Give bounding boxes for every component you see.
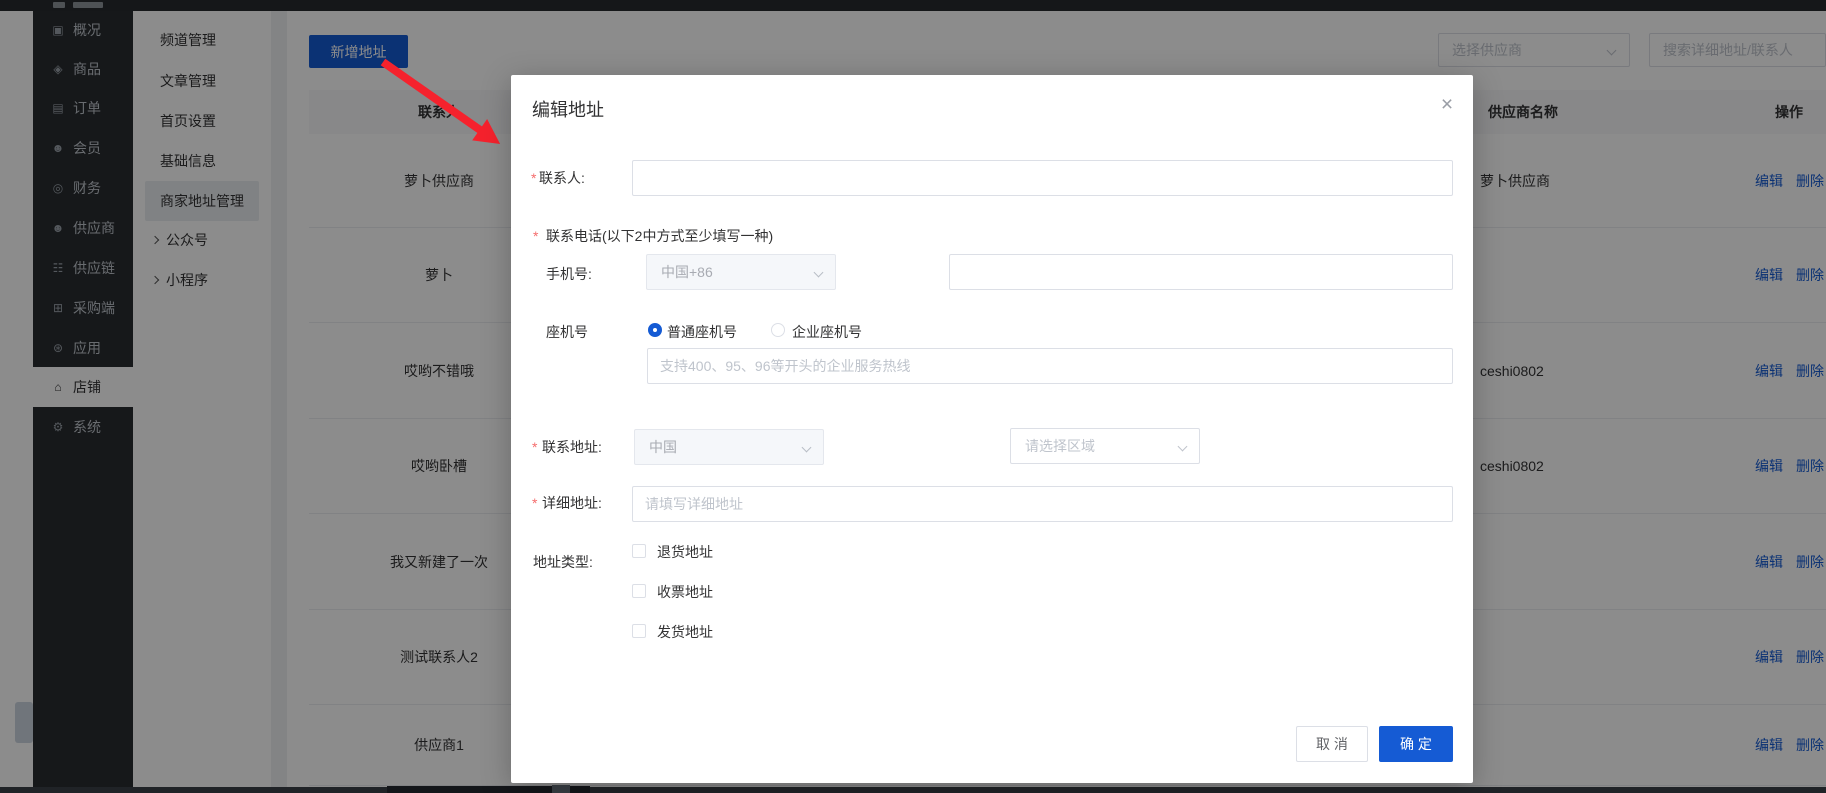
radio-normal-landline-label[interactable]: 普通座机号	[667, 322, 737, 342]
required-asterisk: *	[533, 228, 539, 244]
country-code-select[interactable]: 中国+86	[646, 254, 836, 290]
phone-section-label: 联系电话(以下2中方式至少填写一种)	[546, 228, 774, 244]
cancel-button[interactable]: 取 消	[1296, 726, 1368, 762]
required-asterisk: *	[532, 495, 538, 511]
bottom-bar-fragment	[552, 785, 570, 793]
chevron-down-icon	[813, 267, 824, 278]
app-root: ▣ 概况 ◈ 商品 ▤ 订单 ☻ 会员 ◎ 财务 ☻ 供应商 ☷ 供应链 ⊞ 采购端 ⊛ 应用 ⌂ 店铺 ⚙ 系统 频道管…	[0, 0, 1826, 793]
radio-enterprise-landline[interactable]	[771, 323, 785, 337]
address-type-label: 地址类型:	[533, 554, 593, 570]
chevron-down-icon	[1177, 441, 1188, 452]
region-placeholder: 请选择区域	[1025, 438, 1095, 454]
checkbox-address-type-label[interactable]: 发货地址	[657, 622, 713, 642]
country-value: 中国	[649, 439, 677, 455]
contact-name-label: 联系人:	[539, 170, 585, 186]
radio-enterprise-landline-label[interactable]: 企业座机号	[792, 322, 862, 342]
confirm-button[interactable]: 确 定	[1379, 726, 1453, 762]
bottom-bar	[0, 785, 1826, 793]
mobile-label: 手机号:	[546, 266, 592, 282]
close-icon[interactable]: ×	[1433, 91, 1461, 119]
checkbox-address-type-label[interactable]: 退货地址	[657, 542, 713, 562]
detail-address-label: 详细地址:	[542, 495, 602, 511]
radio-normal-landline[interactable]	[648, 323, 662, 337]
modal-title: 编辑地址	[532, 100, 604, 120]
contact-address-label: 联系地址:	[542, 439, 602, 455]
checkbox-address-type-3[interactable]	[632, 624, 646, 638]
country-select[interactable]: 中国	[634, 429, 824, 465]
landline-number-input[interactable]	[647, 348, 1453, 384]
detail-address-input[interactable]	[632, 486, 1453, 522]
mobile-number-input[interactable]	[949, 254, 1453, 290]
checkbox-address-type-label[interactable]: 收票地址	[657, 582, 713, 602]
region-select[interactable]: 请选择区域	[1010, 428, 1200, 464]
required-asterisk: *	[531, 170, 537, 186]
checkbox-address-type-2[interactable]	[632, 584, 646, 598]
country-code-value: 中国+86	[661, 264, 713, 280]
edit-address-modal: 编辑地址 × * 联系人: * 联系电话(以下2中方式至少填写一种) 手机号: …	[511, 75, 1473, 783]
required-asterisk: *	[532, 439, 538, 455]
contact-name-input[interactable]	[632, 160, 1453, 196]
landline-label: 座机号	[546, 324, 588, 340]
checkbox-address-type-1[interactable]	[632, 544, 646, 558]
chevron-down-icon	[801, 442, 812, 453]
